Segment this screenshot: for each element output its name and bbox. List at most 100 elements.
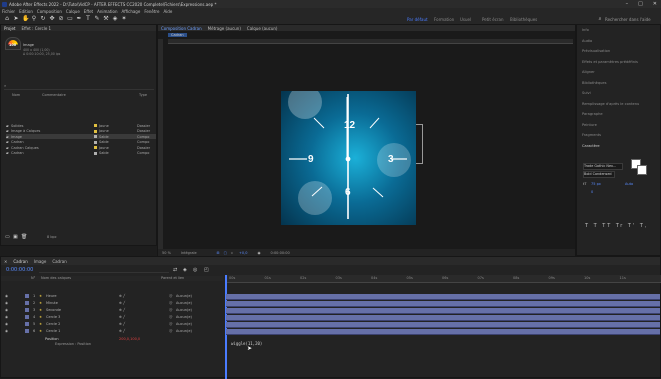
graph-editor-icon[interactable]: ◰ [204, 267, 209, 273]
font-style-dropdown[interactable]: Bold Condensed [583, 171, 615, 178]
breadcrumb[interactable]: Cadran [168, 33, 187, 37]
layer-label-swatch[interactable] [25, 329, 29, 333]
right-panel-item[interactable]: Caractère [582, 144, 600, 148]
comp-timecode[interactable]: 0:00:00:00 [271, 251, 290, 255]
switches-icons[interactable]: ⊕ ╱ [119, 315, 125, 319]
clone-tool-icon[interactable]: ⚒ [103, 16, 109, 22]
motion-blur-icon[interactable]: ◎ [193, 267, 197, 273]
text-tool-icon[interactable]: T [85, 16, 91, 22]
layer-name[interactable]: Cercle 1 [46, 329, 60, 333]
pickwhip-icon[interactable]: @ [169, 329, 173, 333]
layer-parent[interactable]: Aucun(e) [176, 322, 192, 326]
region-icon[interactable]: ▢ [224, 251, 227, 255]
camera-tool-icon[interactable]: ✥ [49, 16, 55, 22]
menu-composition[interactable]: Composition [37, 9, 62, 14]
tab-project[interactable]: Projet [4, 26, 16, 31]
project-item-row[interactable]: ▰ Solides Jaune Dossier [6, 123, 156, 128]
right-panel-item[interactable]: Aligner [582, 70, 595, 74]
project-item-row[interactable]: ▰ Image Sable Compo [6, 134, 156, 139]
maximize-button[interactable]: □ [638, 1, 643, 7]
project-item-row[interactable]: ▰ Cadran Calques Jaune Dossier [6, 145, 156, 150]
layer-name[interactable]: Heure [46, 294, 57, 298]
layer-duration-bar[interactable] [226, 294, 660, 300]
font-family-dropdown[interactable]: Trade Gothic Nex... [583, 163, 623, 170]
tab-timeline-cadran-2[interactable]: Cadran [52, 259, 66, 264]
layer-duration-bar[interactable] [226, 315, 660, 321]
pickwhip-icon[interactable]: @ [169, 322, 173, 326]
exposure-value[interactable]: +0,0 [239, 251, 248, 255]
visibility-eye-icon[interactable]: ◉ [5, 308, 8, 312]
workspace-petit-ecran[interactable]: Petit écran [482, 17, 504, 22]
pickwhip-icon[interactable]: @ [169, 294, 173, 298]
right-panel-item[interactable]: Paragraphe [582, 112, 603, 116]
layer-duration-bar[interactable] [226, 322, 660, 328]
right-panel-item[interactable]: Fragments [582, 133, 601, 137]
switches-icons[interactable]: ⊕ ╱ [119, 329, 125, 333]
right-panel-item[interactable]: Prévisualisation [582, 49, 610, 53]
layer-row[interactable]: ◉ 2 ★ Minute ⊕ ╱ @ Aucun(e) [1, 301, 223, 306]
shape-tool-icon[interactable]: ▭ [67, 16, 73, 22]
puppet-tool-icon[interactable]: ✶ [121, 16, 127, 22]
zoom-tool-icon[interactable]: ⚲ [31, 16, 37, 22]
position-value[interactable]: 200,0,100,0 [119, 337, 140, 341]
layer-parent[interactable]: Aucun(e) [176, 329, 192, 333]
layer-row[interactable]: ◉ 3 ★ Seconde ⊕ ╱ @ Aucun(e) [1, 308, 223, 313]
draft-3d-icon[interactable]: ◈ [183, 267, 187, 273]
project-item-row[interactable]: ▰ Cadran Sable Compo [6, 140, 156, 145]
project-search[interactable]: ⌕ [4, 83, 154, 90]
right-panel-item[interactable]: Audio [582, 39, 592, 43]
right-panel-item[interactable]: Effets et paramètres prédéfinis [582, 60, 638, 64]
new-folder-icon[interactable]: ▭ [5, 234, 10, 240]
right-panel-item[interactable]: Remplissage d'après le contenu [582, 102, 639, 106]
layer-label-swatch[interactable] [25, 308, 29, 312]
help-search-input[interactable]: Rechercher dans l'aide [605, 17, 651, 22]
layer-label-swatch[interactable] [25, 315, 29, 319]
workspace-usuel[interactable]: Usuel [460, 17, 471, 22]
tab-layer[interactable]: Calque (aucun) [247, 26, 278, 31]
snapshot-icon[interactable]: ⌾ [231, 251, 233, 255]
pickwhip-icon[interactable]: @ [169, 301, 173, 305]
workspace-bibliotheques[interactable]: Bibliothèques [510, 17, 537, 22]
layer-name[interactable]: Seconde [46, 308, 61, 312]
project-item-row[interactable]: ▰ Cadran Sable Compo [6, 151, 156, 156]
workspace-default[interactable]: Par défaut [407, 17, 428, 22]
layer-parent[interactable]: Aucun(e) [176, 301, 192, 305]
visibility-eye-icon[interactable]: ◉ [5, 322, 8, 326]
layer-parent[interactable]: Aucun(e) [176, 294, 192, 298]
menu-calque[interactable]: Calque [66, 9, 80, 14]
minimize-button[interactable]: – [626, 1, 629, 7]
property-position[interactable]: Position [45, 337, 59, 341]
menu-animation[interactable]: Animation [97, 9, 117, 14]
menu-aide[interactable]: Aide [163, 9, 172, 14]
right-panel-item[interactable]: Bibliothèques [582, 81, 606, 85]
visibility-eye-icon[interactable]: ◉ [5, 315, 8, 319]
font-size-value[interactable]: 75 px [591, 182, 601, 186]
tab-effect-controls[interactable]: Effet : Cercle 1 [22, 26, 52, 31]
layer-duration-bar[interactable] [226, 301, 660, 307]
eraser-tool-icon[interactable]: ◈ [112, 16, 118, 22]
new-comp-icon[interactable]: ▣ [13, 234, 18, 240]
close-tab-icon[interactable]: ✕ [4, 259, 7, 264]
layer-label-swatch[interactable] [25, 322, 29, 326]
layer-name[interactable]: Minute [46, 301, 58, 305]
hand-tool-icon[interactable]: ✋ [22, 16, 29, 22]
project-item-row[interactable]: ▰ Image à Calques Jaune Dossier [6, 129, 156, 134]
pan-behind-tool-icon[interactable]: ⊘ [58, 16, 64, 22]
trash-icon[interactable]: 🗑 [21, 234, 27, 240]
layer-row[interactable]: ◉ 5 ★ Cercle 2 ⊕ ╱ @ Aucun(e) [1, 322, 223, 327]
tab-timeline-image[interactable]: Image [34, 259, 47, 264]
layer-row[interactable]: ◉ 4 ★ Cercle 3 ⊕ ╱ @ Aucun(e) [1, 315, 223, 320]
layer-duration-bar[interactable] [226, 329, 660, 335]
right-panel-item[interactable]: Suivi [582, 91, 591, 95]
col-type[interactable]: Type [139, 93, 147, 97]
layer-row[interactable]: ◉ 1 ★ Heure ⊕ ╱ @ Aucun(e) [1, 294, 223, 299]
tab-timeline-cadran[interactable]: Cadran [13, 259, 27, 264]
menu-fenetre[interactable]: Fenêtre [144, 9, 159, 14]
bpc-label[interactable]: 8 bpc [47, 235, 57, 239]
layer-parent[interactable]: Aucun(e) [176, 315, 192, 319]
layer-name[interactable]: Cercle 2 [46, 322, 60, 326]
right-panel-item[interactable]: Info [582, 28, 589, 32]
visibility-eye-icon[interactable]: ◉ [5, 301, 8, 305]
selection-tool-icon[interactable]: ➤ [13, 16, 19, 22]
switches-icons[interactable]: ⊕ ╱ [119, 308, 125, 312]
